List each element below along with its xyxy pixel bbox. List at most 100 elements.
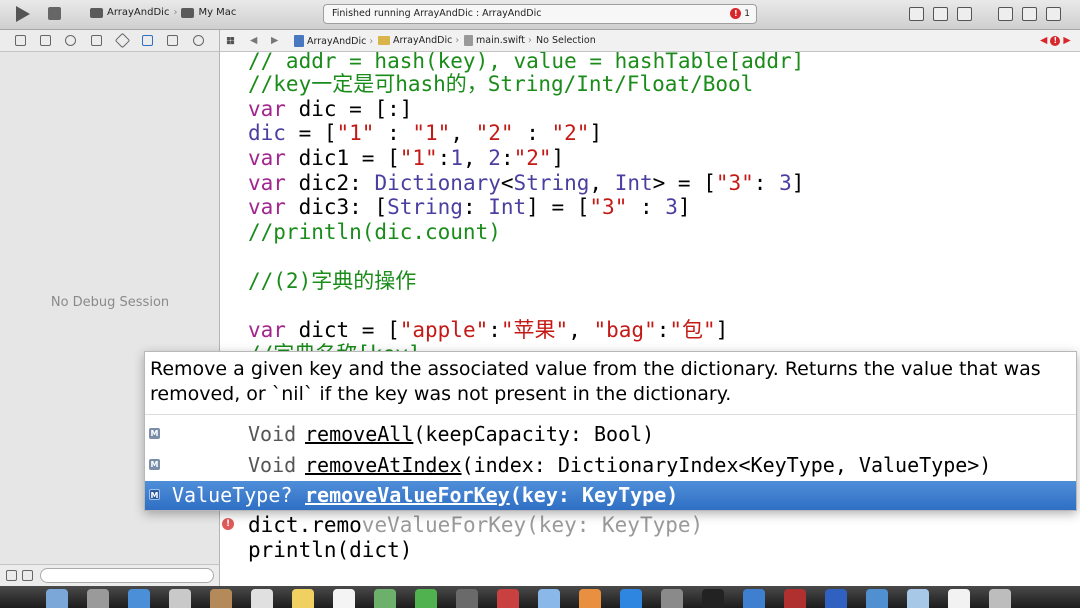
stop-button[interactable]	[48, 7, 61, 20]
browser-icon[interactable]	[866, 589, 888, 608]
breadcrumb-group[interactable]: ArrayAndDic ›	[378, 35, 459, 46]
safari-icon[interactable]	[128, 589, 150, 608]
code-line-8: //println(dic.count)	[248, 220, 501, 244]
completion-description: Remove a given key and the associated va…	[150, 358, 1041, 405]
project-navigator-icon[interactable]	[15, 35, 26, 46]
chevron-right-icon: ›	[528, 35, 532, 46]
notes-icon[interactable]	[292, 589, 314, 608]
completion-divider	[145, 414, 1076, 415]
scheme-selector[interactable]: ArrayAndDic › My Mac	[90, 7, 236, 18]
breadcrumb-project[interactable]: ArrayAndDic ›	[294, 35, 373, 47]
messages-icon[interactable]	[415, 589, 437, 608]
test-navigator-icon[interactable]	[114, 32, 131, 49]
typed-text: dict.remo	[248, 513, 362, 537]
itunes-icon[interactable]	[538, 589, 560, 608]
photobooth-icon[interactable]	[497, 589, 519, 608]
completion-return-type: ValueType?	[172, 483, 293, 507]
reminders-icon[interactable]	[333, 589, 355, 608]
word-icon[interactable]	[825, 589, 847, 608]
debug-navigator-icon[interactable]	[142, 35, 153, 46]
error-marker-icon[interactable]: !	[222, 518, 234, 530]
jump-bar: ▦ ◀ ▶ ArrayAndDic › ArrayAndDic › main.s…	[220, 30, 1080, 52]
log-navigator-icon[interactable]	[193, 35, 204, 46]
code-line-12: var dict = ["apple":"苹果", "bag":"包"]	[248, 318, 729, 342]
completion-return-type: Void	[248, 453, 297, 477]
stack-icon[interactable]	[22, 570, 33, 581]
inline-completion-ghost: veValueForKey(key: KeyType)	[361, 513, 704, 537]
method-icon: M	[149, 459, 160, 470]
textedit-icon[interactable]	[948, 589, 970, 608]
issue-stepper[interactable]: ◀ ! ▶	[1040, 35, 1071, 46]
code-line-7: var dic3: [String: Int] = ["3" : 3]	[248, 195, 691, 219]
chevron-right-icon: ›	[369, 35, 374, 47]
method-icon: M	[149, 489, 160, 500]
run-button[interactable]	[16, 6, 30, 22]
ibooks-icon[interactable]	[579, 589, 601, 608]
computer-icon	[181, 7, 195, 18]
destination-label: My Mac	[198, 7, 237, 18]
assistant-editor-button[interactable]	[933, 7, 948, 21]
swift-file-icon	[464, 35, 473, 46]
window-toolbar: ArrayAndDic › My Mac Finished running Ar…	[0, 0, 1080, 30]
breadcrumb-file[interactable]: main.swift ›	[464, 35, 532, 46]
completion-item-removeAll[interactable]: M Void removeAll(keepCapacity: Bool)	[145, 420, 1076, 449]
terminal-icon[interactable]	[702, 589, 724, 608]
chevron-right-icon: ›	[455, 35, 460, 46]
trash-icon[interactable]	[989, 589, 1011, 608]
symbol-navigator-icon[interactable]	[40, 35, 51, 46]
completion-signature: removeAtIndex(index: DictionaryIndex<Key…	[305, 453, 992, 477]
code-line-3: var dic = [:]	[248, 97, 413, 121]
code-line-10: //(2)字典的操作	[248, 269, 417, 293]
debug-area-toggle-button[interactable]	[1022, 7, 1037, 21]
completion-signature: removeAll(keepCapacity: Bool)	[305, 422, 655, 446]
appstore-icon[interactable]	[620, 589, 642, 608]
folder-icon	[378, 36, 390, 45]
contacts-icon[interactable]	[210, 589, 232, 608]
system-preferences-icon[interactable]	[661, 589, 683, 608]
code-line-4: dic = ["1" : "1", "2" : "2"]	[248, 121, 603, 145]
code-line-last: println(dict)	[248, 538, 413, 562]
code-completion-popup: Remove a given key and the associated va…	[144, 351, 1077, 511]
project-icon	[294, 35, 304, 47]
code-line-6: var dic2: Dictionary<String, Int> = ["3"…	[248, 171, 805, 195]
code-line-5: var dic1 = ["1":1, 2:"2"]	[248, 146, 565, 170]
method-icon: M	[149, 428, 160, 439]
calendar-icon[interactable]	[251, 589, 273, 608]
completion-signature: removeValueForKey(key: KeyType)	[305, 483, 679, 507]
video-icon[interactable]	[784, 589, 806, 608]
breakpoint-navigator-icon[interactable]	[167, 35, 178, 46]
facetime-icon[interactable]	[456, 589, 478, 608]
navigator-selector-bar	[0, 30, 220, 52]
navigator-toggle-button[interactable]	[998, 7, 1013, 21]
xcode-icon[interactable]	[743, 589, 765, 608]
code-line-1: // addr = hash(key), value = hashTable[a…	[248, 52, 805, 73]
launchpad-icon[interactable]	[87, 589, 109, 608]
maps-icon[interactable]	[374, 589, 396, 608]
code-line-2: //key一定是可hash的，String/Int/Float/Bool	[248, 72, 754, 96]
dock	[0, 586, 1080, 608]
completion-item-removeAtIndex[interactable]: M Void removeAtIndex(index: DictionaryIn…	[145, 451, 1076, 480]
related-items-icon[interactable]: ▦	[226, 35, 235, 46]
utilities-toggle-button[interactable]	[1046, 7, 1061, 21]
standard-editor-button[interactable]	[909, 7, 924, 21]
filter-icon[interactable]	[6, 570, 17, 581]
error-icon: !	[730, 8, 742, 19]
forward-arrow-icon[interactable]: ▶	[271, 35, 278, 46]
breadcrumb-selection[interactable]: No Selection	[536, 35, 596, 46]
navigator-filter-bar	[0, 564, 220, 586]
issue-navigator-icon[interactable]	[91, 35, 102, 46]
preview-icon[interactable]	[907, 589, 929, 608]
code-line-typing: dict.removeValueForKey(key: KeyType)	[248, 513, 703, 538]
version-editor-button[interactable]	[957, 7, 972, 21]
completion-return-type: Void	[248, 422, 297, 446]
mail-icon[interactable]	[169, 589, 191, 608]
error-icon: !	[1050, 35, 1061, 46]
filter-input[interactable]	[40, 568, 214, 583]
issue-indicator[interactable]: ! 1	[730, 8, 750, 19]
search-navigator-icon[interactable]	[65, 35, 76, 46]
finder-icon[interactable]	[46, 589, 68, 608]
completion-item-removeValueForKey[interactable]: M ValueType? removeValueForKey(key: KeyT…	[145, 481, 1076, 510]
activity-status: Finished running ArrayAndDic : ArrayAndD…	[332, 8, 542, 19]
activity-viewer: Finished running ArrayAndDic : ArrayAndD…	[323, 4, 757, 24]
back-arrow-icon[interactable]: ◀	[250, 35, 257, 46]
